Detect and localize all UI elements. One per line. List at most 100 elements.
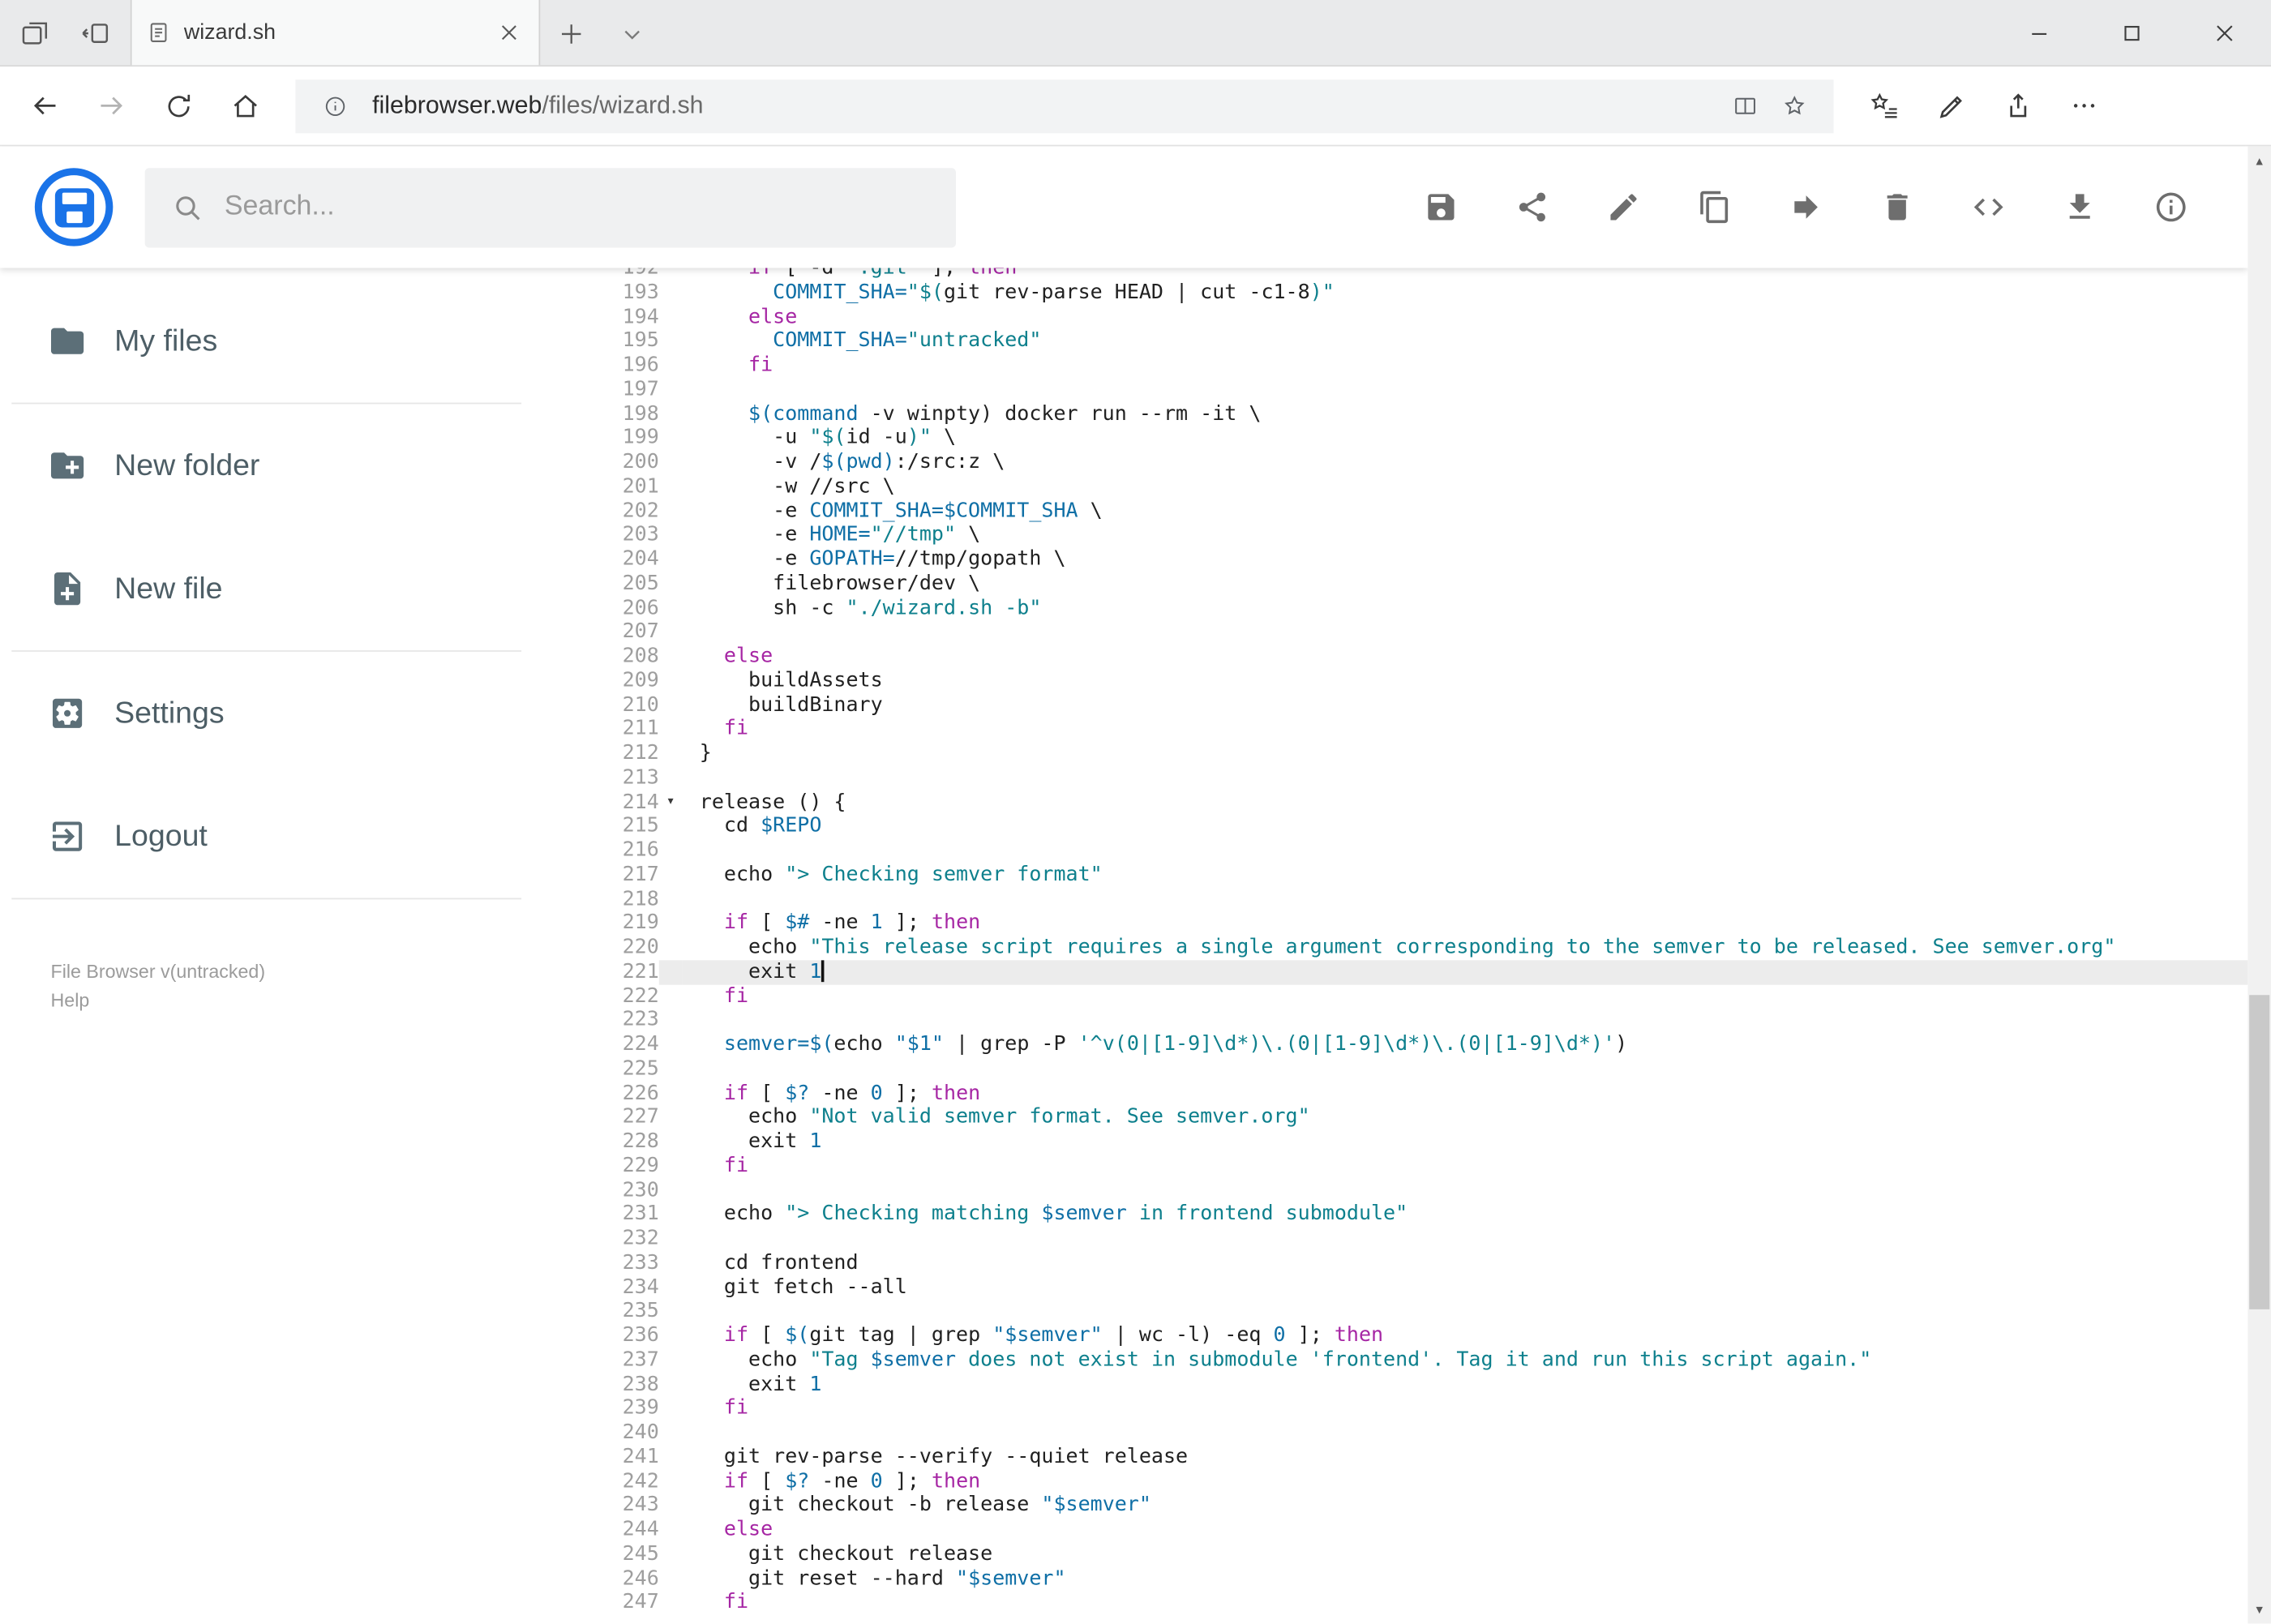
code-line[interactable]: 222 fi bbox=[586, 984, 2247, 1009]
code-line[interactable]: 230 bbox=[586, 1178, 2247, 1202]
code-line[interactable]: 211 fi bbox=[586, 718, 2247, 742]
code-line[interactable]: 243 git checkout -b release "$semver" bbox=[586, 1493, 2247, 1518]
close-window-button[interactable] bbox=[2179, 0, 2271, 65]
maximize-button[interactable] bbox=[2085, 0, 2178, 65]
code-line[interactable]: 206 sh -c "./wizard.sh -b" bbox=[586, 596, 2247, 620]
code-line[interactable]: 234 git fetch --all bbox=[586, 1275, 2247, 1300]
code-line[interactable]: 205 filebrowser/dev \ bbox=[586, 572, 2247, 596]
code-line[interactable]: 237 echo "Tag $semver does not exist in … bbox=[586, 1348, 2247, 1373]
move-button[interactable] bbox=[1787, 188, 1824, 225]
forward-button[interactable] bbox=[78, 74, 144, 138]
code-line[interactable]: 227 echo "Not valid semver format. See s… bbox=[586, 1105, 2247, 1129]
info-button[interactable] bbox=[2153, 188, 2190, 225]
more-menu-button[interactable] bbox=[2050, 74, 2117, 138]
code-line[interactable]: 214 ▾ release () { bbox=[586, 790, 2247, 814]
code-line[interactable]: 242 if [ $? -ne 0 ]; then bbox=[586, 1469, 2247, 1493]
reading-view-button[interactable] bbox=[1720, 81, 1770, 131]
code-line[interactable]: 209 buildAssets bbox=[586, 669, 2247, 693]
fold-marker-icon[interactable]: ▾ bbox=[659, 790, 683, 814]
code-line[interactable]: 235 bbox=[586, 1300, 2247, 1324]
back-button[interactable] bbox=[11, 74, 78, 138]
code-line[interactable]: 204 -e GOPATH=//tmp/gopath \ bbox=[586, 547, 2247, 572]
code-line[interactable]: 223 bbox=[586, 1009, 2247, 1033]
code-line[interactable]: 216 bbox=[586, 838, 2247, 863]
home-button[interactable] bbox=[212, 74, 278, 138]
code-line[interactable]: 226 if [ $? -ne 0 ]; then bbox=[586, 1082, 2247, 1106]
help-link[interactable]: Help bbox=[51, 987, 587, 1016]
code-line[interactable]: 245 git checkout release bbox=[586, 1542, 2247, 1566]
code-line[interactable]: 192 if [ -d ".git" ]; then bbox=[586, 268, 2247, 281]
code-line[interactable]: 200 -v /$(pwd):/src:z \ bbox=[586, 451, 2247, 475]
code-line[interactable]: 219 if [ $# -ne 1 ]; then bbox=[586, 911, 2247, 936]
save-button[interactable] bbox=[1422, 188, 1459, 225]
code-line[interactable]: 246 git reset --hard "$semver" bbox=[586, 1566, 2247, 1591]
page-scrollbar[interactable]: ▲ ▼ bbox=[2247, 146, 2271, 1624]
code-line[interactable]: 207 bbox=[586, 620, 2247, 645]
code-line[interactable]: 239 fi bbox=[586, 1396, 2247, 1420]
code-editor[interactable]: 192 if [ -d ".git" ]; then 193 COMMIT_SHA… bbox=[586, 268, 2248, 1624]
code-line[interactable]: 196 fi bbox=[586, 354, 2247, 378]
refresh-button[interactable] bbox=[145, 74, 212, 138]
code-line[interactable]: 195 COMMIT_SHA="untracked" bbox=[586, 329, 2247, 354]
code-line[interactable]: 199 -u "$(id -u)" \ bbox=[586, 426, 2247, 451]
code-line[interactable]: 232 bbox=[586, 1227, 2247, 1251]
code-line[interactable]: 229 fi bbox=[586, 1154, 2247, 1178]
scroll-up-arrow-icon[interactable]: ▲ bbox=[2247, 149, 2271, 173]
scrollbar-thumb[interactable] bbox=[2249, 995, 2270, 1309]
sidebar-item-logout[interactable]: Logout bbox=[0, 775, 586, 898]
sidebar-item-new-folder[interactable]: New folder bbox=[0, 404, 586, 527]
tab-list-button[interactable] bbox=[601, 0, 662, 66]
code-line[interactable]: 238 exit 1 bbox=[586, 1373, 2247, 1397]
raw-code-button[interactable] bbox=[1969, 188, 2007, 225]
add-favorite-button[interactable] bbox=[1770, 81, 1819, 131]
browser-tab[interactable]: wizard.sh bbox=[130, 0, 541, 66]
code-line[interactable]: 197 bbox=[586, 378, 2247, 402]
code-line[interactable]: 224 semver=$(echo "$1" | grep -P '^v(0|[… bbox=[586, 1033, 2247, 1057]
code-line[interactable]: 220 echo "This release script requires a… bbox=[586, 936, 2247, 960]
address-bar[interactable]: filebrowser.web/files/wizard.sh bbox=[295, 79, 1834, 133]
tab-close-button[interactable] bbox=[492, 17, 524, 49]
code-line[interactable]: 244 else bbox=[586, 1518, 2247, 1542]
download-button[interactable] bbox=[2061, 188, 2098, 225]
sidebar-item-settings[interactable]: Settings bbox=[0, 652, 586, 775]
sidebar-item-my-files[interactable]: My files bbox=[0, 280, 586, 403]
code-line[interactable]: 240 bbox=[586, 1420, 2247, 1445]
site-info-button[interactable] bbox=[310, 81, 359, 131]
share-file-button[interactable] bbox=[1514, 188, 1551, 225]
share-button[interactable] bbox=[1984, 74, 2050, 138]
code-line[interactable]: 202 -e COMMIT_SHA=$COMMIT_SHA \ bbox=[586, 499, 2247, 523]
set-tabs-aside-button[interactable] bbox=[70, 6, 122, 58]
code-line[interactable]: 213 bbox=[586, 766, 2247, 791]
code-line[interactable]: 198 $(command -v winpty) docker run --rm… bbox=[586, 402, 2247, 426]
minimize-button[interactable] bbox=[1993, 0, 2085, 65]
code-line[interactable]: 225 bbox=[586, 1057, 2247, 1082]
code-line[interactable]: 215 cd $REPO bbox=[586, 814, 2247, 838]
code-line[interactable]: 241 git rev-parse --verify --quiet relea… bbox=[586, 1445, 2247, 1469]
code-line[interactable]: 231 echo "> Checking matching $semver in… bbox=[586, 1202, 2247, 1227]
code-line[interactable]: 233 cd frontend bbox=[586, 1251, 2247, 1275]
scroll-down-arrow-icon[interactable]: ▼ bbox=[2247, 1597, 2271, 1621]
code-line[interactable]: 203 -e HOME="//tmp" \ bbox=[586, 523, 2247, 547]
code-line[interactable]: 212} bbox=[586, 742, 2247, 766]
code-line[interactable]: 236 if [ $(git tag | grep "$semver" | wc… bbox=[586, 1324, 2247, 1348]
code-line[interactable]: 221 exit 1 bbox=[586, 959, 2248, 984]
code-line[interactable]: 194 else bbox=[586, 305, 2247, 329]
web-note-button[interactable] bbox=[1917, 74, 1984, 138]
sidebar-item-new-file[interactable]: New file bbox=[0, 527, 586, 650]
tab-preview-button[interactable] bbox=[9, 6, 61, 58]
code-line[interactable]: 247 fi bbox=[586, 1591, 2247, 1615]
code-line[interactable]: 228 exit 1 bbox=[586, 1129, 2247, 1154]
delete-button[interactable] bbox=[1879, 188, 1916, 225]
new-tab-button[interactable] bbox=[540, 0, 601, 66]
code-line[interactable]: 210 buildBinary bbox=[586, 693, 2247, 718]
code-line[interactable]: 201 -w //src \ bbox=[586, 474, 2247, 499]
filebrowser-logo[interactable] bbox=[34, 168, 114, 246]
search-input[interactable]: Search... bbox=[144, 167, 956, 247]
code-line[interactable]: 193 COMMIT_SHA="$(git rev-parse HEAD | c… bbox=[586, 281, 2247, 305]
copy-button[interactable] bbox=[1696, 188, 1733, 225]
code-line[interactable]: 217 echo "> Checking semver format" bbox=[586, 863, 2247, 887]
code-line[interactable]: 218 bbox=[586, 887, 2247, 911]
hub-favorites-button[interactable] bbox=[1851, 74, 1917, 138]
code-line[interactable]: 208 else bbox=[586, 645, 2247, 669]
rename-button[interactable] bbox=[1605, 188, 1642, 225]
